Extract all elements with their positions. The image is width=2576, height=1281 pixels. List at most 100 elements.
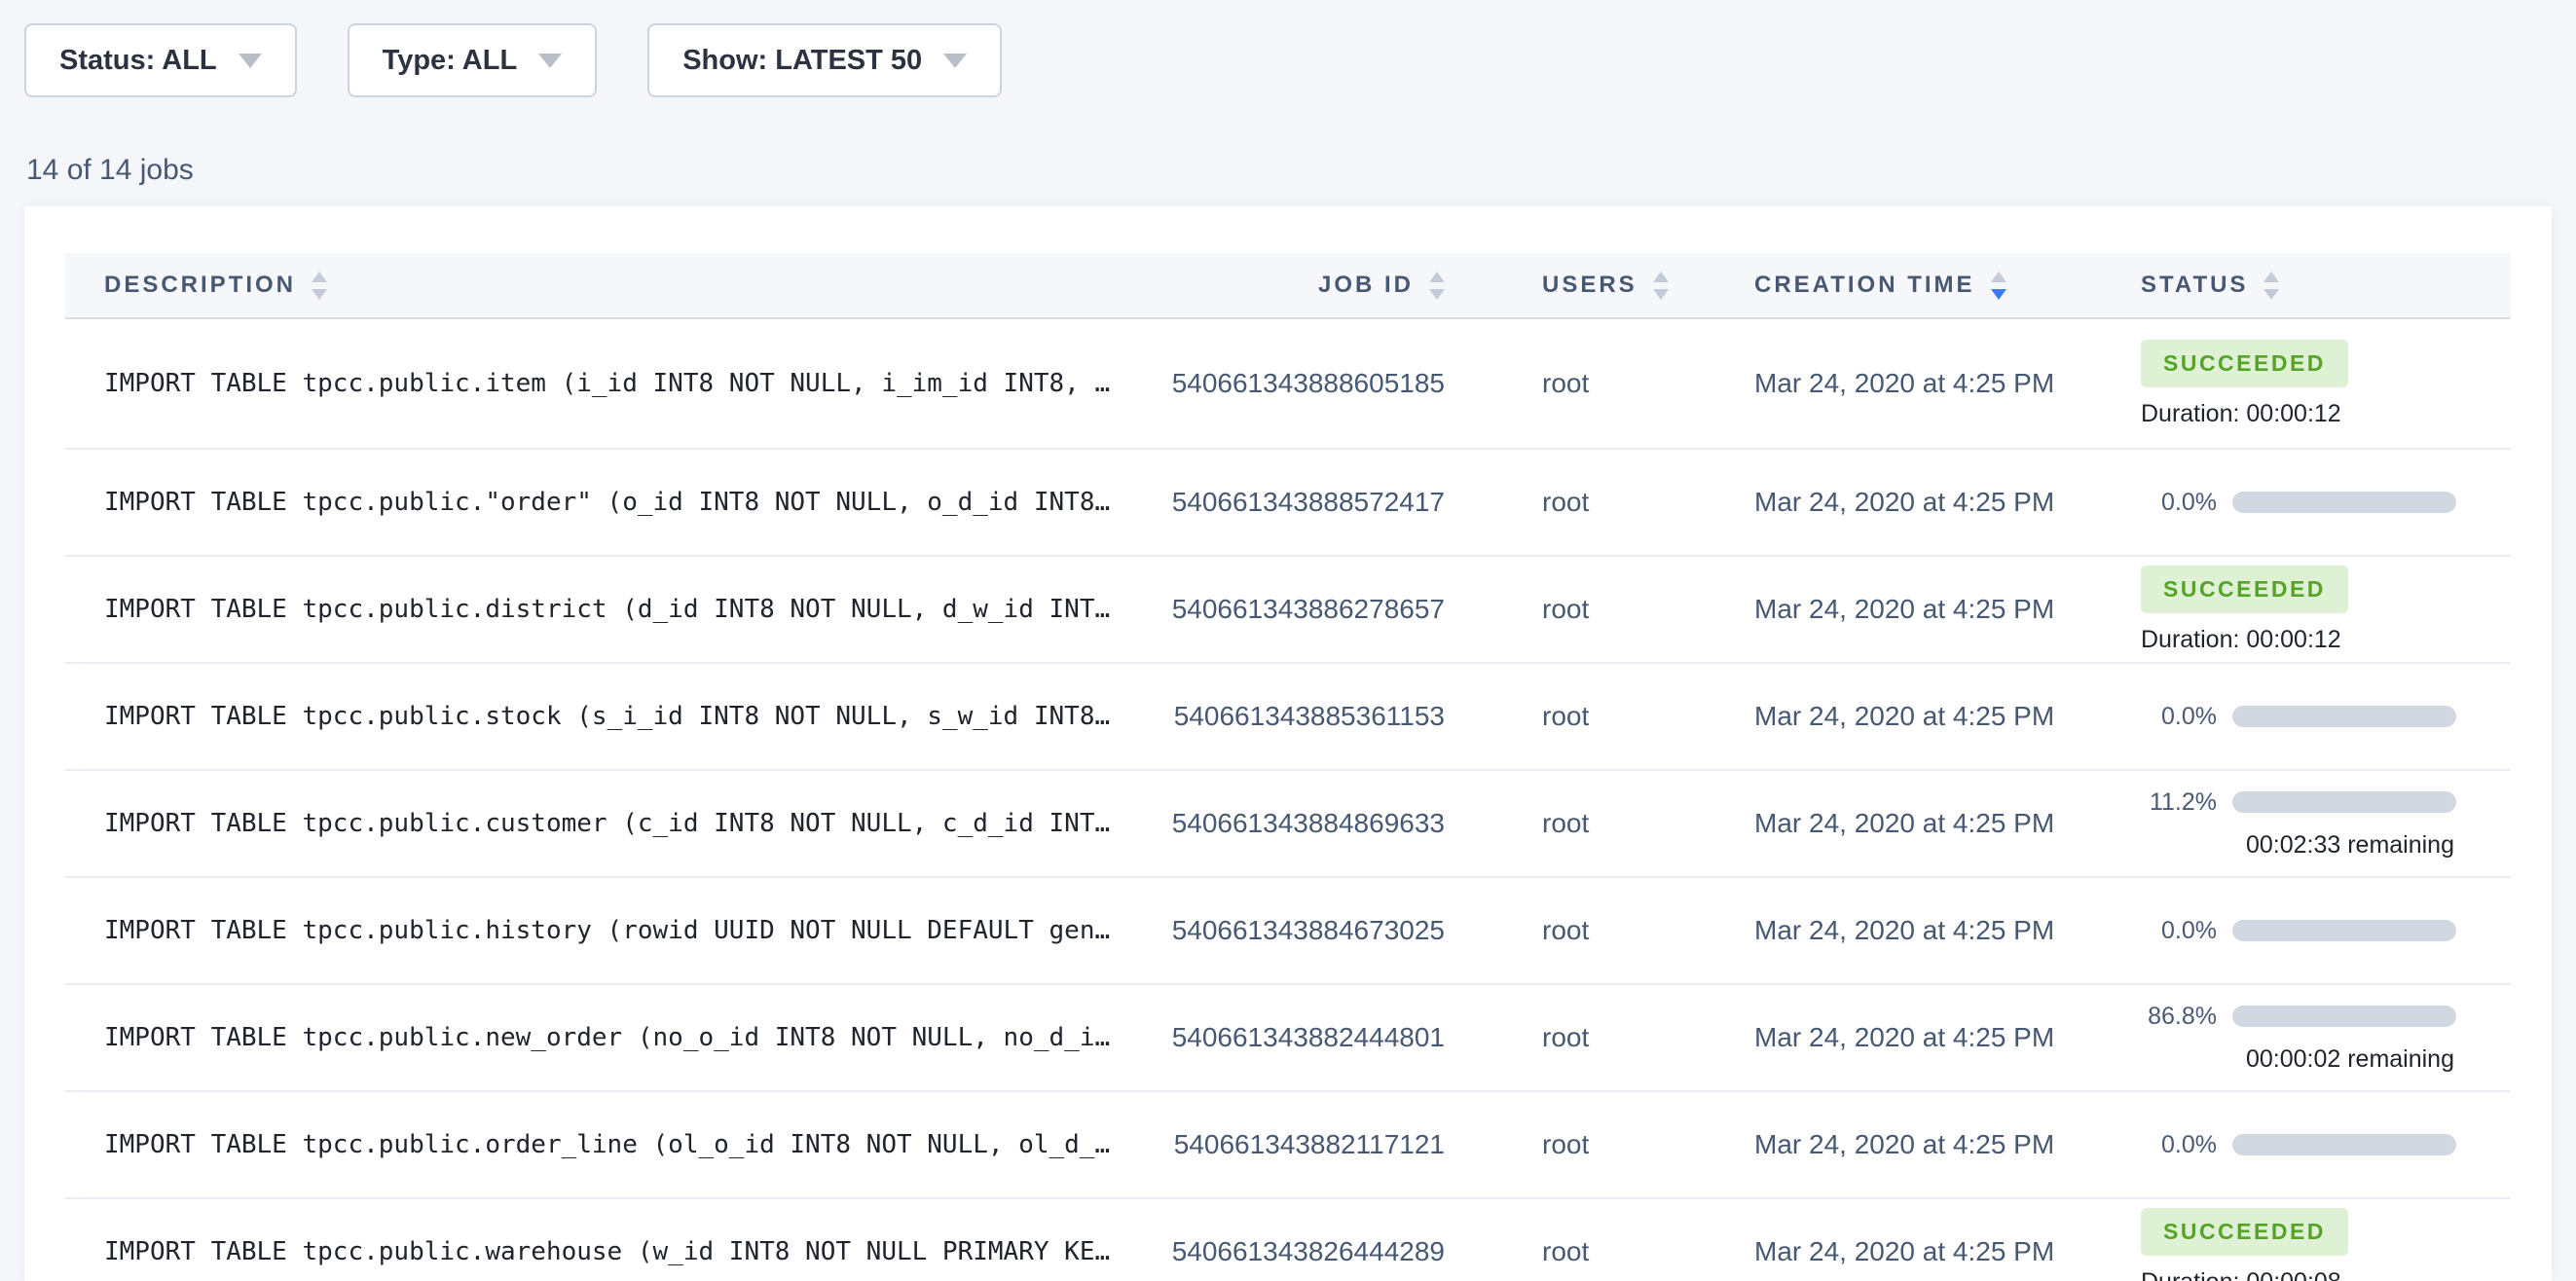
status-succeeded: SUCCEEDED Duration: 00:00:12 bbox=[2141, 566, 2472, 654]
column-header-job-id[interactable]: JOB ID bbox=[1162, 272, 1445, 300]
job-user: root bbox=[1542, 1022, 1669, 1053]
status-badge: SUCCEEDED bbox=[2141, 566, 2348, 613]
job-user: root bbox=[1542, 487, 1669, 518]
progress-percent: 11.2% bbox=[2141, 788, 2217, 817]
job-status-cell: SUCCEEDED Duration: 00:00:12 bbox=[2141, 340, 2472, 428]
job-user: root bbox=[1542, 594, 1669, 625]
job-status-cell: 11.2% 00:02:33 remaining bbox=[2141, 788, 2472, 860]
job-status-cell: 0.0% bbox=[2141, 917, 2472, 945]
column-header-label: CREATION TIME bbox=[1754, 272, 1975, 299]
sort-icon bbox=[1429, 272, 1445, 300]
job-user: root bbox=[1542, 1236, 1669, 1267]
job-creation-time: Mar 24, 2020 at 4:25 PM bbox=[1754, 594, 2051, 625]
progress-bar bbox=[2232, 492, 2456, 513]
job-creation-time: Mar 24, 2020 at 4:25 PM bbox=[1754, 915, 2051, 946]
job-creation-time: Mar 24, 2020 at 4:25 PM bbox=[1754, 701, 2051, 732]
job-status-cell: 0.0% bbox=[2141, 489, 2472, 517]
progress-bar bbox=[2232, 791, 2456, 813]
table-row: IMPORT TABLE tpcc.public.customer (c_id … bbox=[65, 771, 2511, 878]
job-description: IMPORT TABLE tpcc.public.item (i_id INT8… bbox=[104, 369, 1162, 398]
job-id: 540661343826444289 bbox=[1162, 1236, 1445, 1267]
sort-icon-active-desc bbox=[1991, 272, 2006, 300]
job-creation-time: Mar 24, 2020 at 4:25 PM bbox=[1754, 808, 2051, 839]
chevron-down-icon bbox=[943, 54, 967, 68]
job-user: root bbox=[1542, 368, 1669, 399]
job-description: IMPORT TABLE tpcc.public.customer (c_id … bbox=[104, 809, 1162, 838]
filter-bar: Status: ALL Type: ALL Show: LATEST 50 bbox=[24, 23, 2552, 97]
column-header-users[interactable]: USERS bbox=[1542, 272, 1669, 300]
type-filter-label: Type: ALL bbox=[383, 45, 518, 77]
column-header-description[interactable]: DESCRIPTION bbox=[104, 272, 1162, 300]
status-progress: 0.0% bbox=[2141, 703, 2472, 731]
status-filter-dropdown[interactable]: Status: ALL bbox=[24, 23, 297, 97]
column-header-status[interactable]: STATUS bbox=[2141, 272, 2472, 300]
column-header-label: USERS bbox=[1542, 272, 1638, 299]
job-user: root bbox=[1542, 808, 1669, 839]
job-status-cell: SUCCEEDED Duration: 00:00:12 bbox=[2141, 566, 2472, 654]
job-description: IMPORT TABLE tpcc.public.order_line (ol_… bbox=[104, 1130, 1162, 1159]
job-id: 540661343886278657 bbox=[1162, 594, 1445, 625]
status-progress: 0.0% bbox=[2141, 489, 2472, 517]
column-header-label: STATUS bbox=[2141, 272, 2248, 299]
job-description: IMPORT TABLE tpcc.public.history (rowid … bbox=[104, 916, 1162, 945]
status-badge: SUCCEEDED bbox=[2141, 340, 2348, 387]
job-status-cell: 86.8% 00:00:02 remaining bbox=[2141, 1003, 2472, 1074]
sort-icon bbox=[312, 272, 327, 300]
status-progress: 0.0% bbox=[2141, 1131, 2472, 1159]
type-filter-dropdown[interactable]: Type: ALL bbox=[348, 23, 598, 97]
job-status-cell: SUCCEEDED Duration: 00:00:08 bbox=[2141, 1208, 2472, 1281]
progress-bar bbox=[2232, 1006, 2456, 1027]
job-description: IMPORT TABLE tpcc.public."order" (o_id I… bbox=[104, 488, 1162, 517]
job-id: 540661343882117121 bbox=[1162, 1129, 1445, 1160]
job-description: IMPORT TABLE tpcc.public.district (d_id … bbox=[104, 595, 1162, 624]
job-user: root bbox=[1542, 701, 1669, 732]
table-row: IMPORT TABLE tpcc.public.district (d_id … bbox=[65, 557, 2511, 664]
job-id: 540661343885361153 bbox=[1162, 701, 1445, 732]
column-header-creation-time[interactable]: CREATION TIME bbox=[1754, 272, 2051, 300]
job-creation-time: Mar 24, 2020 at 4:25 PM bbox=[1754, 1129, 2051, 1160]
show-filter-dropdown[interactable]: Show: LATEST 50 bbox=[647, 23, 1002, 97]
column-header-label: JOB ID bbox=[1318, 272, 1414, 299]
job-id: 540661343884673025 bbox=[1162, 915, 1445, 946]
jobs-table-body: IMPORT TABLE tpcc.public.item (i_id INT8… bbox=[65, 319, 2511, 1281]
progress-bar bbox=[2232, 1134, 2456, 1155]
progress-remaining: 00:00:02 remaining bbox=[2141, 1045, 2456, 1074]
table-row: IMPORT TABLE tpcc.public.new_order (no_o… bbox=[65, 985, 2511, 1092]
table-row: IMPORT TABLE tpcc.public."order" (o_id I… bbox=[65, 450, 2511, 557]
job-description: IMPORT TABLE tpcc.public.new_order (no_o… bbox=[104, 1023, 1162, 1052]
jobs-page: Status: ALL Type: ALL Show: LATEST 50 14… bbox=[0, 0, 2576, 1281]
progress-percent: 86.8% bbox=[2141, 1003, 2217, 1031]
job-status-cell: 0.0% bbox=[2141, 1131, 2472, 1159]
job-creation-time: Mar 24, 2020 at 4:25 PM bbox=[1754, 1236, 2051, 1267]
progress-remaining: 00:02:33 remaining bbox=[2141, 831, 2456, 860]
table-row: IMPORT TABLE tpcc.public.order_line (ol_… bbox=[65, 1092, 2511, 1199]
chevron-down-icon bbox=[538, 54, 562, 68]
job-user: root bbox=[1542, 1129, 1669, 1160]
job-description: IMPORT TABLE tpcc.public.warehouse (w_id… bbox=[104, 1237, 1162, 1266]
job-id: 540661343882444801 bbox=[1162, 1022, 1445, 1053]
job-status-cell: 0.0% bbox=[2141, 703, 2472, 731]
job-user: root bbox=[1542, 915, 1669, 946]
job-id: 540661343884869633 bbox=[1162, 808, 1445, 839]
status-progress: 86.8% 00:00:02 remaining bbox=[2141, 1003, 2472, 1074]
jobs-table-card: DESCRIPTION JOB ID USERS CREATION TIME S… bbox=[24, 206, 2552, 1281]
status-duration: Duration: 00:00:12 bbox=[2141, 400, 2472, 428]
table-row: IMPORT TABLE tpcc.public.item (i_id INT8… bbox=[65, 319, 2511, 450]
status-progress: 11.2% 00:02:33 remaining bbox=[2141, 788, 2472, 860]
table-row: IMPORT TABLE tpcc.public.warehouse (w_id… bbox=[65, 1199, 2511, 1281]
sort-icon bbox=[1653, 272, 1669, 300]
progress-bar bbox=[2232, 920, 2456, 941]
status-succeeded: SUCCEEDED Duration: 00:00:08 bbox=[2141, 1208, 2472, 1281]
column-header-label: DESCRIPTION bbox=[104, 272, 296, 299]
progress-percent: 0.0% bbox=[2141, 703, 2217, 731]
jobs-count-summary: 14 of 14 jobs bbox=[26, 154, 2552, 187]
progress-percent: 0.0% bbox=[2141, 1131, 2217, 1159]
show-filter-label: Show: LATEST 50 bbox=[682, 45, 922, 77]
status-progress: 0.0% bbox=[2141, 917, 2472, 945]
job-id: 540661343888605185 bbox=[1162, 368, 1445, 399]
status-filter-label: Status: ALL bbox=[59, 45, 217, 77]
chevron-down-icon bbox=[239, 54, 262, 68]
progress-percent: 0.0% bbox=[2141, 489, 2217, 517]
job-creation-time: Mar 24, 2020 at 4:25 PM bbox=[1754, 368, 2051, 399]
job-creation-time: Mar 24, 2020 at 4:25 PM bbox=[1754, 1022, 2051, 1053]
